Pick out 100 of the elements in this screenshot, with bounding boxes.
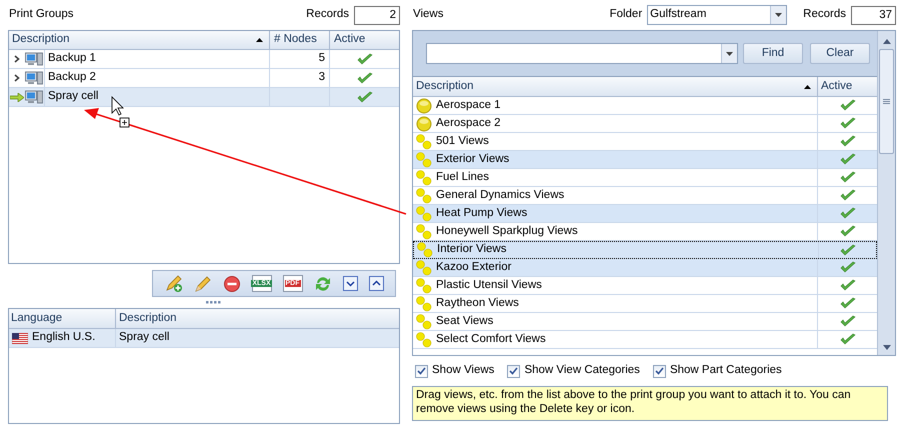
- circles-icon: [416, 278, 432, 294]
- translation-text: Spray cell: [119, 331, 170, 344]
- group-name: Backup 1: [48, 51, 96, 66]
- sort-icon: [804, 84, 811, 88]
- records-field[interactable]: 37: [851, 6, 896, 24]
- find-button[interactable]: Find: [743, 43, 803, 64]
- computer-icon: [25, 52, 43, 66]
- view-name: Plastic Utensil Views: [436, 278, 542, 293]
- view-name: Exterior Views: [436, 152, 510, 167]
- view-row[interactable]: Aerospace 1: [413, 97, 877, 115]
- view-name: Heat Pump Views: [436, 206, 528, 221]
- computer-icon: [25, 71, 43, 85]
- folder-dropdown[interactable]: Gulfstream: [647, 5, 788, 25]
- group-row[interactable]: Backup 1 5: [9, 50, 399, 69]
- node-count: 5: [318, 51, 325, 66]
- scroll-up-icon[interactable]: [882, 39, 890, 44]
- circles-icon: [416, 134, 432, 150]
- circles-icon: [416, 260, 432, 276]
- view-row[interactable]: Fuel Lines: [413, 169, 877, 187]
- circles-icon: [416, 152, 432, 168]
- view-name: Interior Views: [437, 242, 506, 258]
- hint-text: Drag views, etc. from the list above to the print group you want to attach it to. You can remove views using the Delete key or icon.: [412, 386, 888, 421]
- view-name: Fuel Lines: [436, 170, 490, 185]
- records-label: Records: [803, 7, 846, 22]
- circle-icon: [416, 116, 432, 132]
- column-header[interactable]: Description: [413, 77, 818, 96]
- circles-icon: [417, 242, 433, 258]
- view-name: 501 Views: [436, 134, 489, 149]
- circles-icon: [416, 332, 432, 348]
- checkbox-label: Show View Categories: [524, 363, 640, 378]
- scroll-down-icon[interactable]: [882, 345, 890, 350]
- circle-icon: [416, 98, 432, 114]
- circles-icon: [416, 296, 432, 312]
- expand-icon[interactable]: [14, 55, 20, 63]
- records-field[interactable]: 2: [354, 6, 400, 24]
- row-pointer-icon: [10, 92, 24, 102]
- circles-icon: [416, 188, 432, 204]
- group-row[interactable]: Spray cell: [9, 88, 399, 107]
- language-name: English U.S.: [32, 330, 96, 346]
- group-name: Backup 2: [48, 70, 96, 86]
- search-field[interactable]: [426, 43, 738, 64]
- panel-title: Views: [413, 7, 444, 22]
- splitter-grip-icon[interactable]: [206, 301, 222, 304]
- column-header[interactable]: Active: [818, 77, 877, 96]
- view-name: Select Comfort Views: [436, 332, 546, 347]
- column-header[interactable]: Description: [116, 309, 399, 328]
- view-row[interactable]: Heat Pump Views: [413, 205, 877, 223]
- pencil-add-icon[interactable]: [164, 274, 182, 292]
- group-name: Spray cell: [48, 89, 98, 104]
- view-row[interactable]: Interior Views: [413, 241, 877, 259]
- expand-icon[interactable]: [14, 74, 20, 82]
- column-header[interactable]: Description: [9, 31, 270, 49]
- drag-cursor-icon: [112, 96, 130, 128]
- node-count: 3: [318, 70, 325, 86]
- circles-icon: [416, 170, 432, 186]
- group-row[interactable]: Backup 2 3: [9, 69, 399, 88]
- view-row[interactable]: Raytheon Views: [413, 295, 877, 313]
- view-name: Aerospace 2: [436, 116, 501, 131]
- view-row[interactable]: Aerospace 2: [413, 115, 877, 133]
- view-row[interactable]: Kazoo Exterior: [413, 259, 877, 277]
- circles-icon: [416, 206, 432, 222]
- checkbox[interactable]: [415, 364, 428, 378]
- view-name: Kazoo Exterior: [436, 260, 512, 275]
- view-row[interactable]: Select Comfort Views: [413, 331, 877, 349]
- column-header[interactable]: Active: [330, 31, 399, 49]
- column-header[interactable]: Language: [9, 309, 116, 328]
- view-row[interactable]: Exterior Views: [413, 151, 877, 169]
- delete-icon[interactable]: [222, 274, 240, 292]
- computer-icon: [25, 90, 43, 104]
- folder-label: Folder: [610, 7, 642, 22]
- records-label: Records: [306, 7, 349, 22]
- circles-icon: [416, 314, 432, 330]
- view-row[interactable]: Plastic Utensil Views: [413, 277, 877, 295]
- pencil-icon[interactable]: [194, 274, 212, 292]
- checkbox-label: Show Views: [432, 363, 494, 378]
- view-row[interactable]: Seat Views: [413, 313, 877, 331]
- grip-icon: [883, 99, 890, 104]
- translation-row[interactable]: English U.S. Spray cell: [9, 329, 399, 348]
- checkbox[interactable]: [652, 364, 666, 378]
- view-name: Raytheon Views: [436, 296, 519, 311]
- chevron-up-icon[interactable]: [368, 276, 384, 291]
- view-name: General Dynamics Views: [436, 188, 564, 203]
- panel-title: Print Groups: [9, 7, 74, 22]
- sort-icon: [256, 38, 263, 42]
- flag-icon: [12, 332, 28, 344]
- scrollbar[interactable]: [877, 31, 895, 355]
- view-name: Seat Views: [436, 314, 494, 329]
- column-header[interactable]: # Nodes: [270, 31, 330, 49]
- view-name: Honeywell Sparkplug Views: [436, 224, 578, 239]
- view-name: Aerospace 1: [436, 98, 501, 113]
- dropdown-arrow-icon: [726, 52, 733, 56]
- checkbox[interactable]: [507, 364, 520, 378]
- view-row[interactable]: 501 Views: [413, 133, 877, 151]
- scroll-thumb[interactable]: [879, 49, 894, 154]
- dropdown-arrow-icon: [775, 13, 782, 17]
- view-row[interactable]: General Dynamics Views: [413, 187, 877, 205]
- clear-button[interactable]: Clear: [810, 43, 870, 64]
- chevron-down-icon[interactable]: [342, 276, 358, 291]
- circles-icon: [416, 224, 432, 240]
- view-row[interactable]: Honeywell Sparkplug Views: [413, 223, 877, 241]
